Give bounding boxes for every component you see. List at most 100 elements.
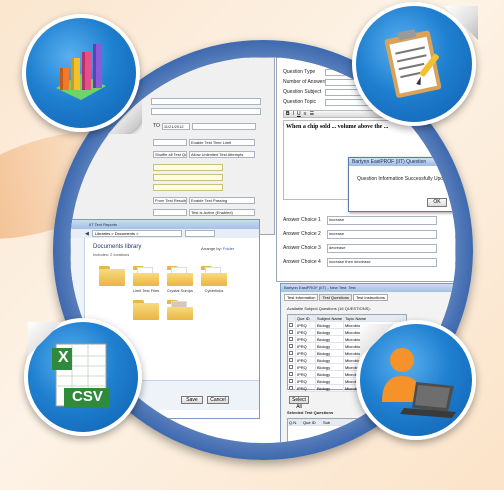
folder-name: Cyberlinks: [204, 288, 224, 293]
active-select[interactable]: Test Is Active (Enabled): [189, 208, 255, 216]
answer-1-field[interactable]: increase: [327, 215, 437, 225]
yellow-field-1[interactable]: [153, 164, 223, 171]
table-cell: Biology: [316, 336, 344, 342]
selected-questions-label: Selected Test Questions: [287, 410, 334, 415]
column-header[interactable]: Subject Name: [316, 315, 344, 321]
question-text: When a chip sold ... volume above the ..…: [286, 124, 389, 130]
table-cell: IPRQ: [296, 322, 316, 328]
answer-1-label: Answer Choice 1: [283, 217, 321, 223]
topic-label: Question Topic: [283, 99, 316, 105]
table-header: Que ID Subject Name Topic Name: [288, 315, 406, 322]
folder-icon[interactable]: [167, 300, 193, 320]
folder-icon[interactable]: [133, 300, 159, 320]
arrange-label: Arrange by:: [201, 246, 222, 251]
question-type-label: Question Type: [283, 69, 316, 75]
select-row-2: Shuffle all Test Questions Allow Unlimit…: [153, 150, 255, 158]
select-left-1[interactable]: [153, 138, 187, 146]
passing-select[interactable]: Enable Test Passing: [189, 196, 255, 204]
folder-icon[interactable]: [133, 266, 159, 286]
select-row-1: Enable Test Time Limit: [153, 138, 255, 146]
row-checkbox[interactable]: [288, 350, 296, 356]
table-cell: IPRQ: [296, 350, 316, 356]
row-checkbox[interactable]: [288, 329, 296, 335]
form-field-2[interactable]: [151, 108, 261, 115]
shuffle-select[interactable]: Shuffle all Test Questions: [153, 150, 187, 158]
cancel-button[interactable]: Cancel: [207, 396, 229, 404]
row-checkbox[interactable]: [288, 378, 296, 384]
tab-test-information[interactable]: Test Information: [284, 294, 319, 301]
table-cell: Biology: [316, 357, 344, 363]
chart-badge: [22, 14, 142, 134]
row-checkbox[interactable]: [288, 357, 296, 363]
table-cell: Biology: [316, 371, 344, 377]
results-select[interactable]: From Test Results To User: [153, 196, 187, 204]
ok-button[interactable]: OK: [427, 198, 447, 207]
answer-3-field[interactable]: decrease: [327, 243, 437, 253]
info-dialog-message: Question Information Successfully Update: [357, 176, 451, 182]
yellow-field-3[interactable]: [153, 184, 223, 191]
library-subtitle: Includes: 2 locations: [93, 252, 130, 257]
row-checkbox[interactable]: [288, 322, 296, 328]
row-checkbox[interactable]: [288, 343, 296, 349]
explorer-search-input[interactable]: [184, 230, 215, 237]
save-button[interactable]: Save: [181, 396, 203, 404]
table-cell: IPRQ: [296, 378, 316, 384]
select-row-4: Test Is Active (Enabled): [153, 208, 255, 216]
date-extra-field[interactable]: [191, 122, 256, 130]
csv-label: CSV: [72, 388, 103, 405]
test-window-title: Bartynn EasiPROF (IIT) - New Test: Test: [284, 285, 356, 290]
folder-icon[interactable]: [201, 266, 227, 286]
answer-4-label: Answer Choice 4: [283, 259, 321, 265]
table-cell: IPRQ: [296, 343, 316, 349]
column-header[interactable]: Topic Name: [344, 315, 404, 321]
table-cell: IPRQ: [296, 357, 316, 363]
yellow-field-2[interactable]: [153, 174, 223, 181]
test-window-titlebar: Bartynn EasiPROF (IIT) - New Test: Test: [281, 284, 455, 292]
select-row-3: From Test Results To User Enable Test Pa…: [153, 196, 255, 204]
time-limit-select[interactable]: Enable Test Time Limit: [189, 138, 255, 146]
folder-icon[interactable]: [99, 266, 125, 286]
info-dialog-title: Bartynn EasiPROF (IIT) Question: [349, 158, 456, 166]
row-checkbox[interactable]: [288, 385, 296, 391]
arrange-value[interactable]: Folder: [223, 246, 234, 251]
select-left-4[interactable]: [153, 208, 187, 216]
back-icon[interactable]: ◀: [85, 231, 89, 237]
attempts-select[interactable]: Allow Unlimited Test Attempts: [189, 150, 255, 158]
align-icon[interactable]: ≡: [304, 111, 307, 117]
italic-icon[interactable]: I: [293, 111, 294, 117]
tab-test-questions[interactable]: Test Questions: [319, 294, 352, 301]
select-all-button[interactable]: Select All: [289, 396, 309, 410]
table-cell: IPRQ: [296, 336, 316, 342]
row-checkbox[interactable]: [288, 336, 296, 342]
date-row: TO 11/21/2012: [153, 122, 256, 130]
folder-icon[interactable]: [167, 266, 193, 286]
row-checkbox[interactable]: [288, 371, 296, 377]
answers-count-label: Number of Answers: [283, 79, 327, 85]
bold-icon[interactable]: B: [286, 111, 290, 117]
answer-2-field[interactable]: increase: [327, 229, 437, 239]
column-header[interactable]: Q.N.: [288, 419, 302, 425]
address-field[interactable]: Libraries > Documents >: [91, 230, 182, 237]
underline-icon[interactable]: U: [297, 111, 301, 117]
test-tabs: Test Information Test Questions Test Ins…: [281, 292, 455, 301]
table-cell: Biology: [316, 350, 344, 356]
form-field-1[interactable]: [151, 98, 261, 105]
table-cell: Biology: [316, 322, 344, 328]
explorer-title: IIT Text Reports: [89, 222, 118, 227]
column-header[interactable]: Que ID: [302, 419, 322, 425]
answer-4-field[interactable]: increase then decrease: [327, 257, 437, 267]
folder-name: Limit Test Files: [132, 288, 160, 293]
table-cell: IPRQ: [296, 371, 316, 377]
column-header[interactable]: Que ID: [296, 315, 316, 321]
folder-name: Crystal Sumps: [166, 288, 193, 293]
column-header[interactable]: Sub: [322, 419, 352, 425]
user-badge: [356, 320, 476, 440]
library-title: Documents library: [93, 244, 142, 250]
list-icon[interactable]: ☰: [310, 111, 314, 117]
clipboard-badge: [352, 2, 478, 126]
table-cell: Biology: [316, 364, 344, 370]
tab-test-instructions[interactable]: Test Instructions: [352, 294, 388, 301]
date-field[interactable]: 11/21/2012: [161, 122, 190, 130]
excel-letter: X: [58, 349, 69, 366]
row-checkbox[interactable]: [288, 364, 296, 370]
